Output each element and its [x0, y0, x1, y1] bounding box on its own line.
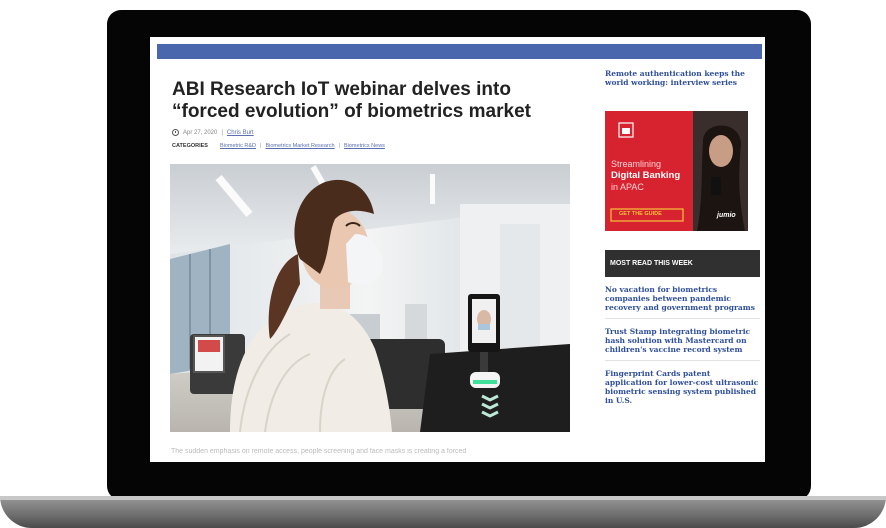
sidebar: Remote authentication keeps the world wo…	[605, 69, 760, 411]
laptop-base	[0, 496, 886, 528]
article-meta: Apr 27, 2020 | Chris Burt	[172, 129, 588, 136]
jumio-logo: jumio	[717, 212, 736, 219]
article-date: Apr 27, 2020	[183, 129, 218, 136]
most-read-item[interactable]: Fingerprint Cards patent application for…	[605, 361, 760, 411]
categories-label: CATEGORIES	[172, 143, 208, 149]
most-read-link[interactable]: Fingerprint Cards patent application for…	[605, 369, 760, 405]
article-hero-image	[170, 164, 570, 432]
category-link[interactable]: Biometrics News	[344, 143, 385, 149]
most-read-link[interactable]: Trust Stamp integrating biometric hash s…	[605, 327, 760, 354]
meta-separator: |	[221, 129, 223, 136]
browser-screen: ABI Research IoT webinar delves into “fo…	[150, 37, 765, 462]
article-excerpt: The sudden emphasis on remote access, pe…	[171, 448, 467, 455]
clock-icon	[172, 129, 179, 136]
article-title: ABI Research IoT webinar delves into “fo…	[172, 79, 531, 122]
category-separator: |	[260, 143, 262, 149]
most-read-item[interactable]: No vacation for biometrics companies bet…	[605, 277, 760, 319]
categories-row: CATEGORIES Biometric R&D | Biometrics Ma…	[172, 143, 588, 149]
most-read-link[interactable]: No vacation for biometrics companies bet…	[605, 285, 760, 312]
laptop-base-edge	[0, 496, 886, 500]
site-header-bar	[157, 44, 762, 59]
ad-line1: Streamlining	[611, 159, 662, 169]
sidebar-top-link[interactable]: Remote authentication keeps the world wo…	[605, 69, 760, 87]
category-separator: |	[338, 143, 340, 149]
category-link[interactable]: Biometrics Market Research	[265, 143, 334, 149]
jumio-ad-banner[interactable]: Streamlining Digital Banking in APAC GET…	[605, 111, 748, 231]
most-read-item[interactable]: Trust Stamp integrating biometric hash s…	[605, 319, 760, 361]
most-read-header: MOST READ THIS WEEK	[605, 250, 760, 277]
author-link[interactable]: Chris Burt	[227, 130, 254, 136]
ad-line3: in APAC	[611, 182, 644, 192]
hero-illustration	[170, 164, 570, 432]
ad-cta-button[interactable]: GET THE GUIDE	[619, 211, 662, 217]
category-link[interactable]: Biometric R&D	[220, 143, 256, 149]
ad-line2: Digital Banking	[611, 170, 681, 181]
article-main: ABI Research IoT webinar delves into “fo…	[168, 69, 588, 455]
